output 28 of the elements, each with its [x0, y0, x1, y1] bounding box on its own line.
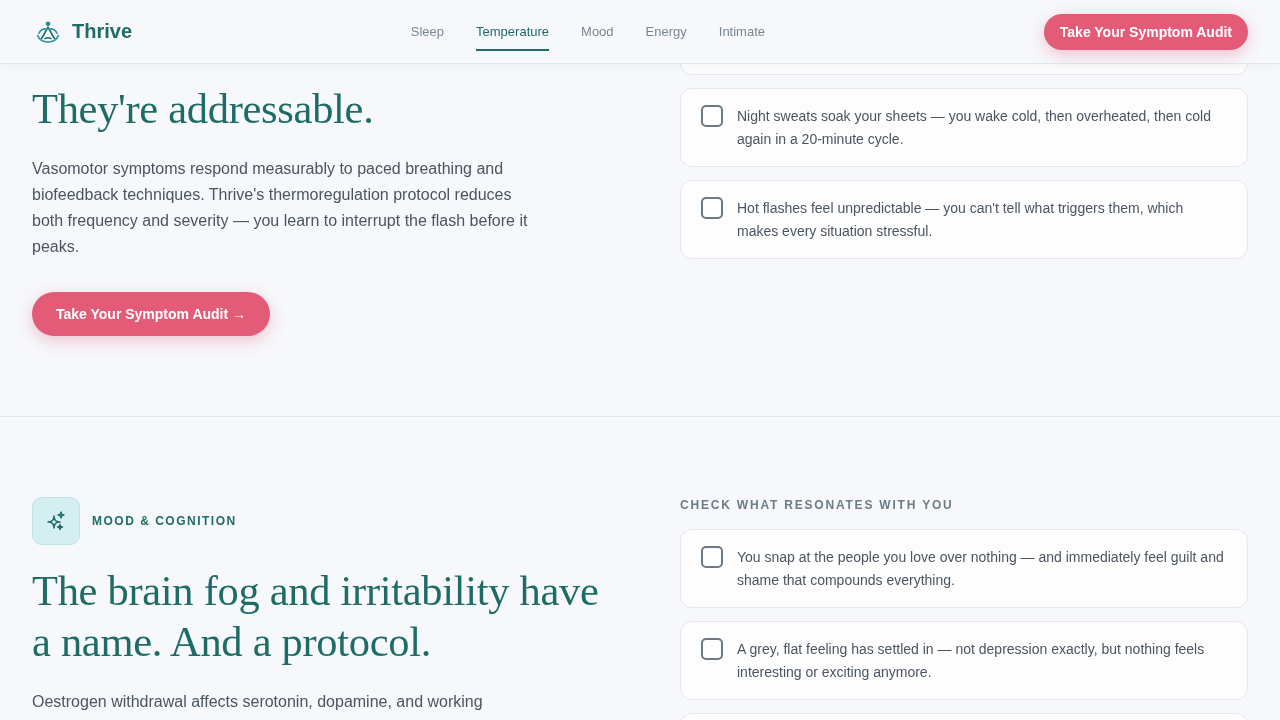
nav-tab[interactable]: Sleep	[410, 14, 445, 51]
symptom-card[interactable]: You snap at the people you love over nothing — and immediately feel guilt and shame that compounds everything.	[680, 529, 1248, 608]
symptom-card[interactable]: Hot flashes feel unpredictable — you can't tell what triggers them, which makes every situation stressful.	[680, 180, 1248, 259]
checkbox[interactable]	[701, 546, 723, 568]
checklist-heading: CHECK WHAT RESONATES WITH YOU	[680, 497, 955, 513]
symptom-text: A grey, flat feeling has settled in — not depression exactly, but nothing feels interesting or exciting anymore.	[737, 640, 1206, 682]
section-heading: They're addressable.	[32, 84, 374, 134]
checkbox[interactable]	[701, 105, 723, 127]
nav-tab[interactable]: Energy	[645, 14, 687, 51]
nav-tab[interactable]: Intimate	[718, 14, 766, 51]
section-description: Oestrogen withdrawal affects serotonin, dopamine, and working	[32, 692, 483, 712]
symptom-audit-button[interactable]: Take Your Symptom Audit →	[32, 292, 271, 336]
section-heading: The brain fog and irritability have a name. And a protocol.	[32, 566, 600, 667]
section-description: Vasomotor symptoms respond measurably to paced breathing and biofeedback techniques. Thrive's thermoregulation protocol reduces both frequency and severity — you learn to interrupt the flash before it peaks.	[32, 159, 529, 257]
symptom-card[interactable]: A grey, flat feeling has settled in — not depression exactly, but nothing feels interesting or exciting anymore.	[680, 621, 1248, 700]
checkbox[interactable]	[701, 197, 723, 219]
brand-name[interactable]: Thrive	[72, 20, 133, 43]
nav-tab[interactable]: Temperature	[476, 14, 550, 51]
sparkles-icon	[32, 497, 80, 545]
section-tag: MOOD & COGNITION	[92, 514, 237, 528]
symptom-text: You snap at the people you love over nothing — and immediately feel guilt and shame that compounds everything.	[737, 548, 1225, 590]
checkbox[interactable]	[701, 638, 723, 660]
symptom-text: Hot flashes feel unpredictable — you can't tell what triggers them, which makes every situation stressful.	[737, 199, 1185, 241]
nav-tab[interactable]: Mood	[581, 14, 614, 51]
symptom-text: Night sweats soak your sheets — you wake cold, then overheated, then cold again in a 20-minute cycle.	[737, 107, 1212, 149]
symptom-audit-button[interactable]: Take Your Symptom Audit	[1043, 13, 1248, 50]
logo-icon[interactable]	[36, 19, 60, 44]
symptom-card[interactable]: Night sweats soak your sheets — you wake cold, then overheated, then cold again in a 20-minute cycle.	[680, 88, 1248, 167]
